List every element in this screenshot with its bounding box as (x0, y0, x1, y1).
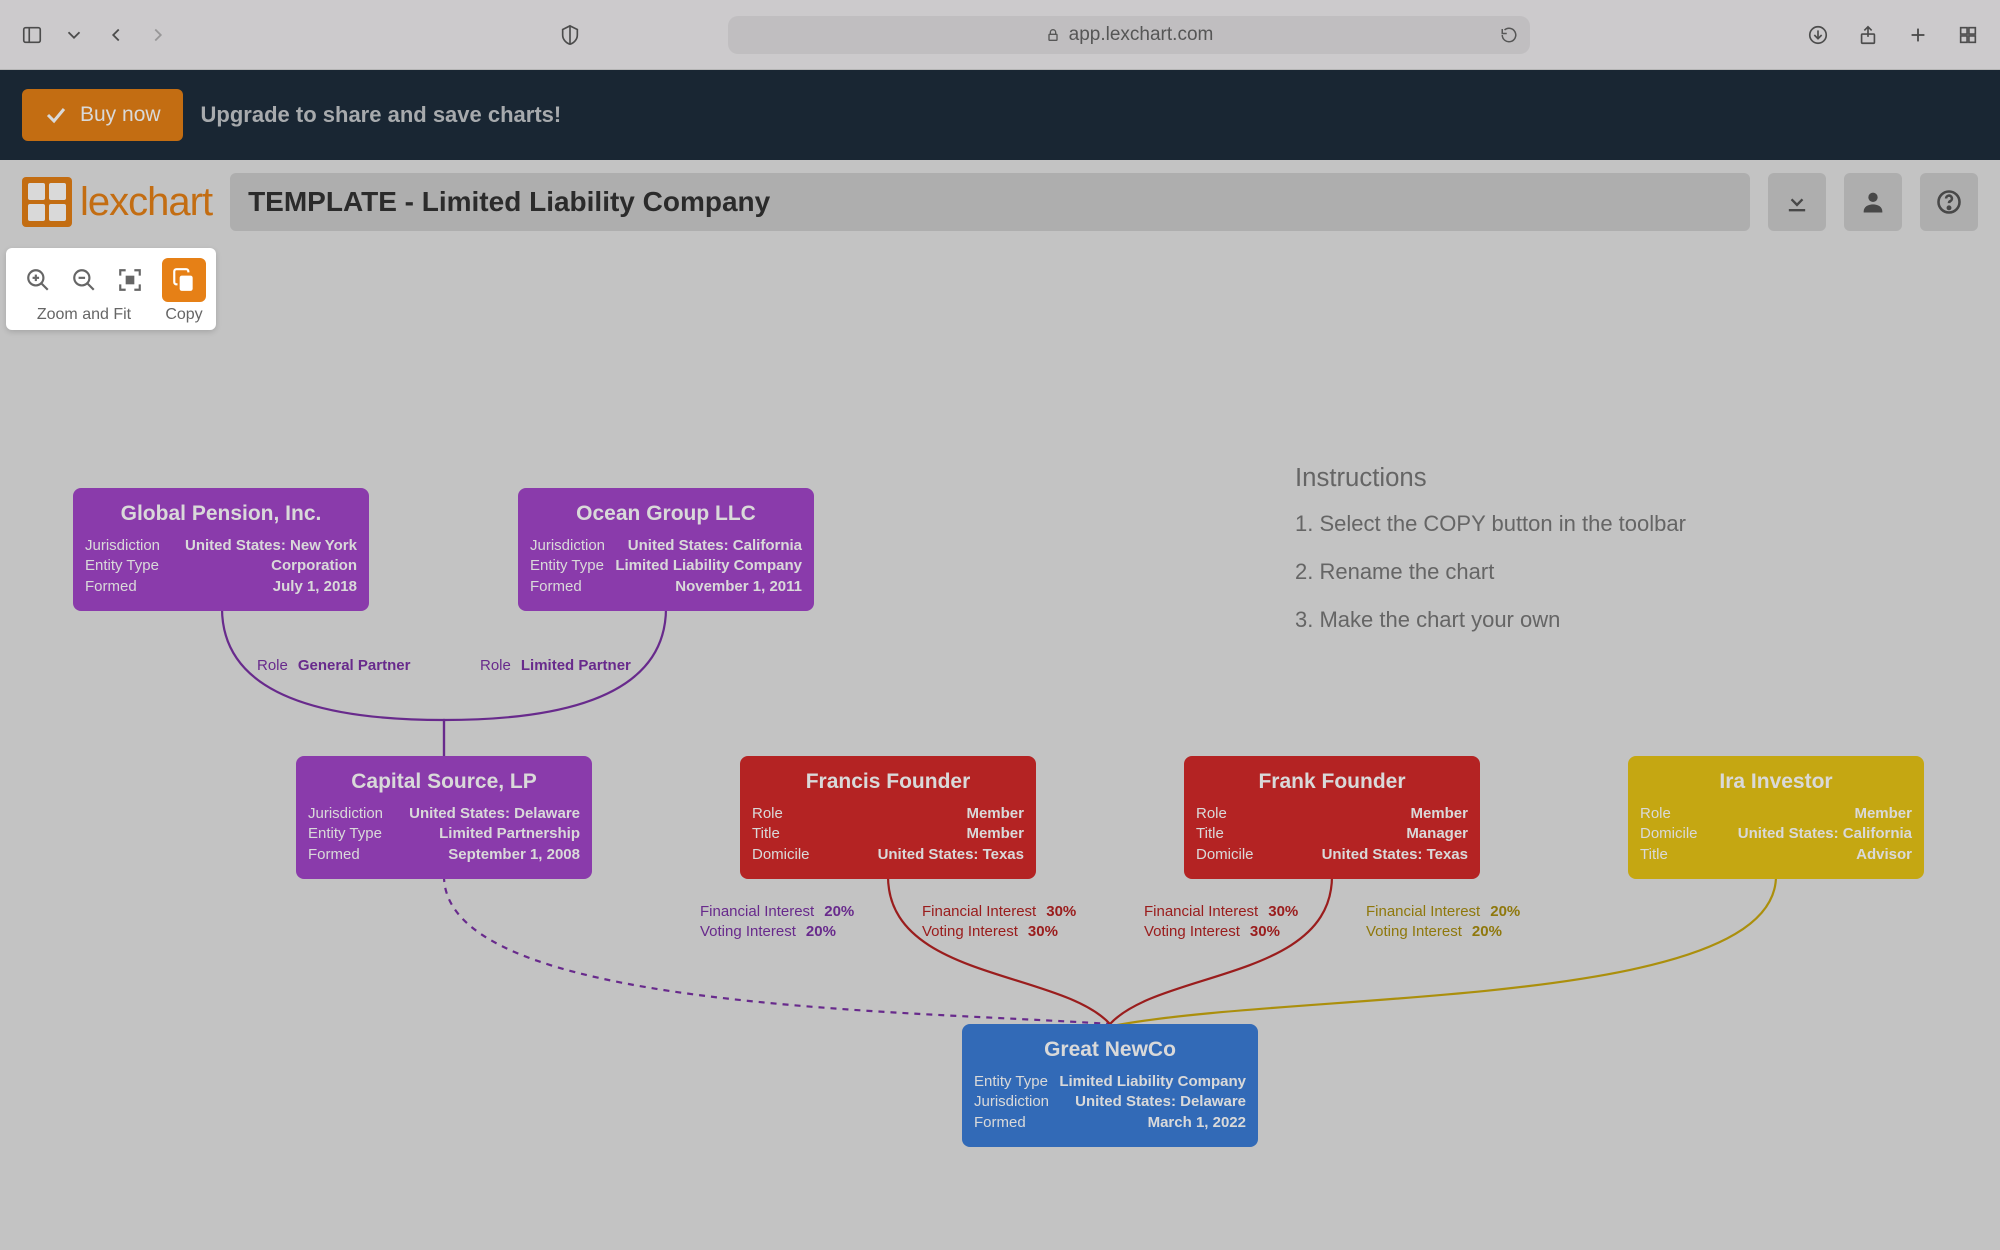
entity-row: TitleAdvisor (1640, 845, 1912, 865)
entity-row: JurisdictionUnited States: Delaware (308, 804, 580, 824)
upgrade-message: Upgrade to share and save charts! (201, 102, 562, 128)
chart-canvas[interactable]: Global Pension, Inc. JurisdictionUnited … (0, 240, 2000, 1250)
entity-title: Frank Founder (1196, 770, 1468, 794)
edge-label-frank: Financial Interest30% Voting Interest30% (1144, 902, 1298, 943)
copy-button[interactable] (162, 258, 206, 302)
share-icon[interactable] (1854, 21, 1882, 49)
reload-icon[interactable] (1500, 26, 1518, 44)
entity-row: TitleMember (752, 824, 1024, 844)
lock-icon (1045, 27, 1061, 43)
entity-row: FormedSeptember 1, 2008 (308, 845, 580, 865)
download-button[interactable] (1768, 173, 1826, 231)
entity-row: FormedMarch 1, 2022 (974, 1113, 1246, 1133)
edge-label-capital: Financial Interest20% Voting Interest20% (700, 902, 854, 943)
chevron-down-icon[interactable] (60, 21, 88, 49)
user-button[interactable] (1844, 173, 1902, 231)
edge-label-ira: Financial Interest20% Voting Interest20% (1366, 902, 1520, 943)
instruction-item: 3. Make the chart your own (1295, 607, 1686, 633)
app-header: lexchart (0, 160, 2000, 240)
tabs-icon[interactable] (1954, 21, 1982, 49)
entity-row: JurisdictionUnited States: New York (85, 536, 357, 556)
entity-row: RoleMember (752, 804, 1024, 824)
entity-title: Ocean Group LLC (530, 502, 802, 526)
buy-now-label: Buy now (80, 103, 161, 127)
entity-title: Global Pension, Inc. (85, 502, 357, 526)
entity-ira-investor[interactable]: Ira Investor RoleMember DomicileUnited S… (1628, 756, 1924, 879)
instruction-item: 1. Select the COPY button in the toolbar (1295, 511, 1686, 537)
entity-row: Entity TypeCorporation (85, 556, 357, 576)
entity-row: RoleMember (1196, 804, 1468, 824)
entity-ocean-group[interactable]: Ocean Group LLC JurisdictionUnited State… (518, 488, 814, 611)
entity-title: Great NewCo (974, 1038, 1246, 1062)
fit-button[interactable] (108, 258, 152, 302)
check-icon (44, 103, 68, 127)
url-text: app.lexchart.com (1069, 24, 1214, 46)
zoom-out-button[interactable] (62, 258, 106, 302)
entity-title: Francis Founder (752, 770, 1024, 794)
back-icon[interactable] (102, 21, 130, 49)
entity-row: DomicileUnited States: Texas (752, 845, 1024, 865)
entity-row: JurisdictionUnited States: Delaware (974, 1092, 1246, 1112)
instruction-item: 2. Rename the chart (1295, 559, 1686, 585)
entity-row: DomicileUnited States: California (1640, 824, 1912, 844)
edge-label-francis: Financial Interest30% Voting Interest30% (922, 902, 1076, 943)
plus-icon[interactable] (1904, 21, 1932, 49)
download-icon[interactable] (1804, 21, 1832, 49)
instructions-heading: Instructions (1295, 464, 1686, 493)
entity-great-newco[interactable]: Great NewCo Entity TypeLimited Liability… (962, 1024, 1258, 1147)
entity-row: TitleManager (1196, 824, 1468, 844)
entity-title: Ira Investor (1640, 770, 1912, 794)
entity-row: DomicileUnited States: Texas (1196, 845, 1468, 865)
entity-row: JurisdictionUnited States: California (530, 536, 802, 556)
zoom-fit-label: Zoom and Fit (37, 306, 131, 324)
logo[interactable]: lexchart (22, 177, 212, 227)
entity-global-pension[interactable]: Global Pension, Inc. JurisdictionUnited … (73, 488, 369, 611)
entity-capital-source[interactable]: Capital Source, LP JurisdictionUnited St… (296, 756, 592, 879)
address-bar[interactable]: app.lexchart.com (728, 16, 1530, 54)
entity-title: Capital Source, LP (308, 770, 580, 794)
zoom-copy-toolbar: Zoom and Fit Copy (6, 248, 216, 330)
edge-label-gp: RoleGeneral Partner (257, 656, 410, 676)
instructions-panel: Instructions 1. Select the COPY button i… (1295, 464, 1686, 655)
entity-row: Entity TypeLimited Partnership (308, 824, 580, 844)
forward-icon[interactable] (144, 21, 172, 49)
logo-text: lexchart (80, 180, 212, 225)
buy-now-button[interactable]: Buy now (22, 89, 183, 141)
entity-francis-founder[interactable]: Francis Founder RoleMember TitleMember D… (740, 756, 1036, 879)
entity-row: FormedNovember 1, 2011 (530, 577, 802, 597)
zoom-in-button[interactable] (16, 258, 60, 302)
logo-mark-icon (22, 177, 72, 227)
entity-row: RoleMember (1640, 804, 1912, 824)
help-button[interactable] (1920, 173, 1978, 231)
sidebar-toggle-icon[interactable] (18, 21, 46, 49)
entity-row: Entity TypeLimited Liability Company (974, 1072, 1246, 1092)
upgrade-bar: Buy now Upgrade to share and save charts… (0, 70, 2000, 160)
copy-label: Copy (165, 306, 202, 324)
shield-icon[interactable] (556, 21, 584, 49)
chart-title-input[interactable] (230, 173, 1750, 231)
entity-row: Entity TypeLimited Liability Company (530, 556, 802, 576)
edge-label-lp: RoleLimited Partner (480, 656, 631, 676)
entity-row: FormedJuly 1, 2018 (85, 577, 357, 597)
browser-chrome: app.lexchart.com (0, 0, 2000, 70)
entity-frank-founder[interactable]: Frank Founder RoleMember TitleManager Do… (1184, 756, 1480, 879)
